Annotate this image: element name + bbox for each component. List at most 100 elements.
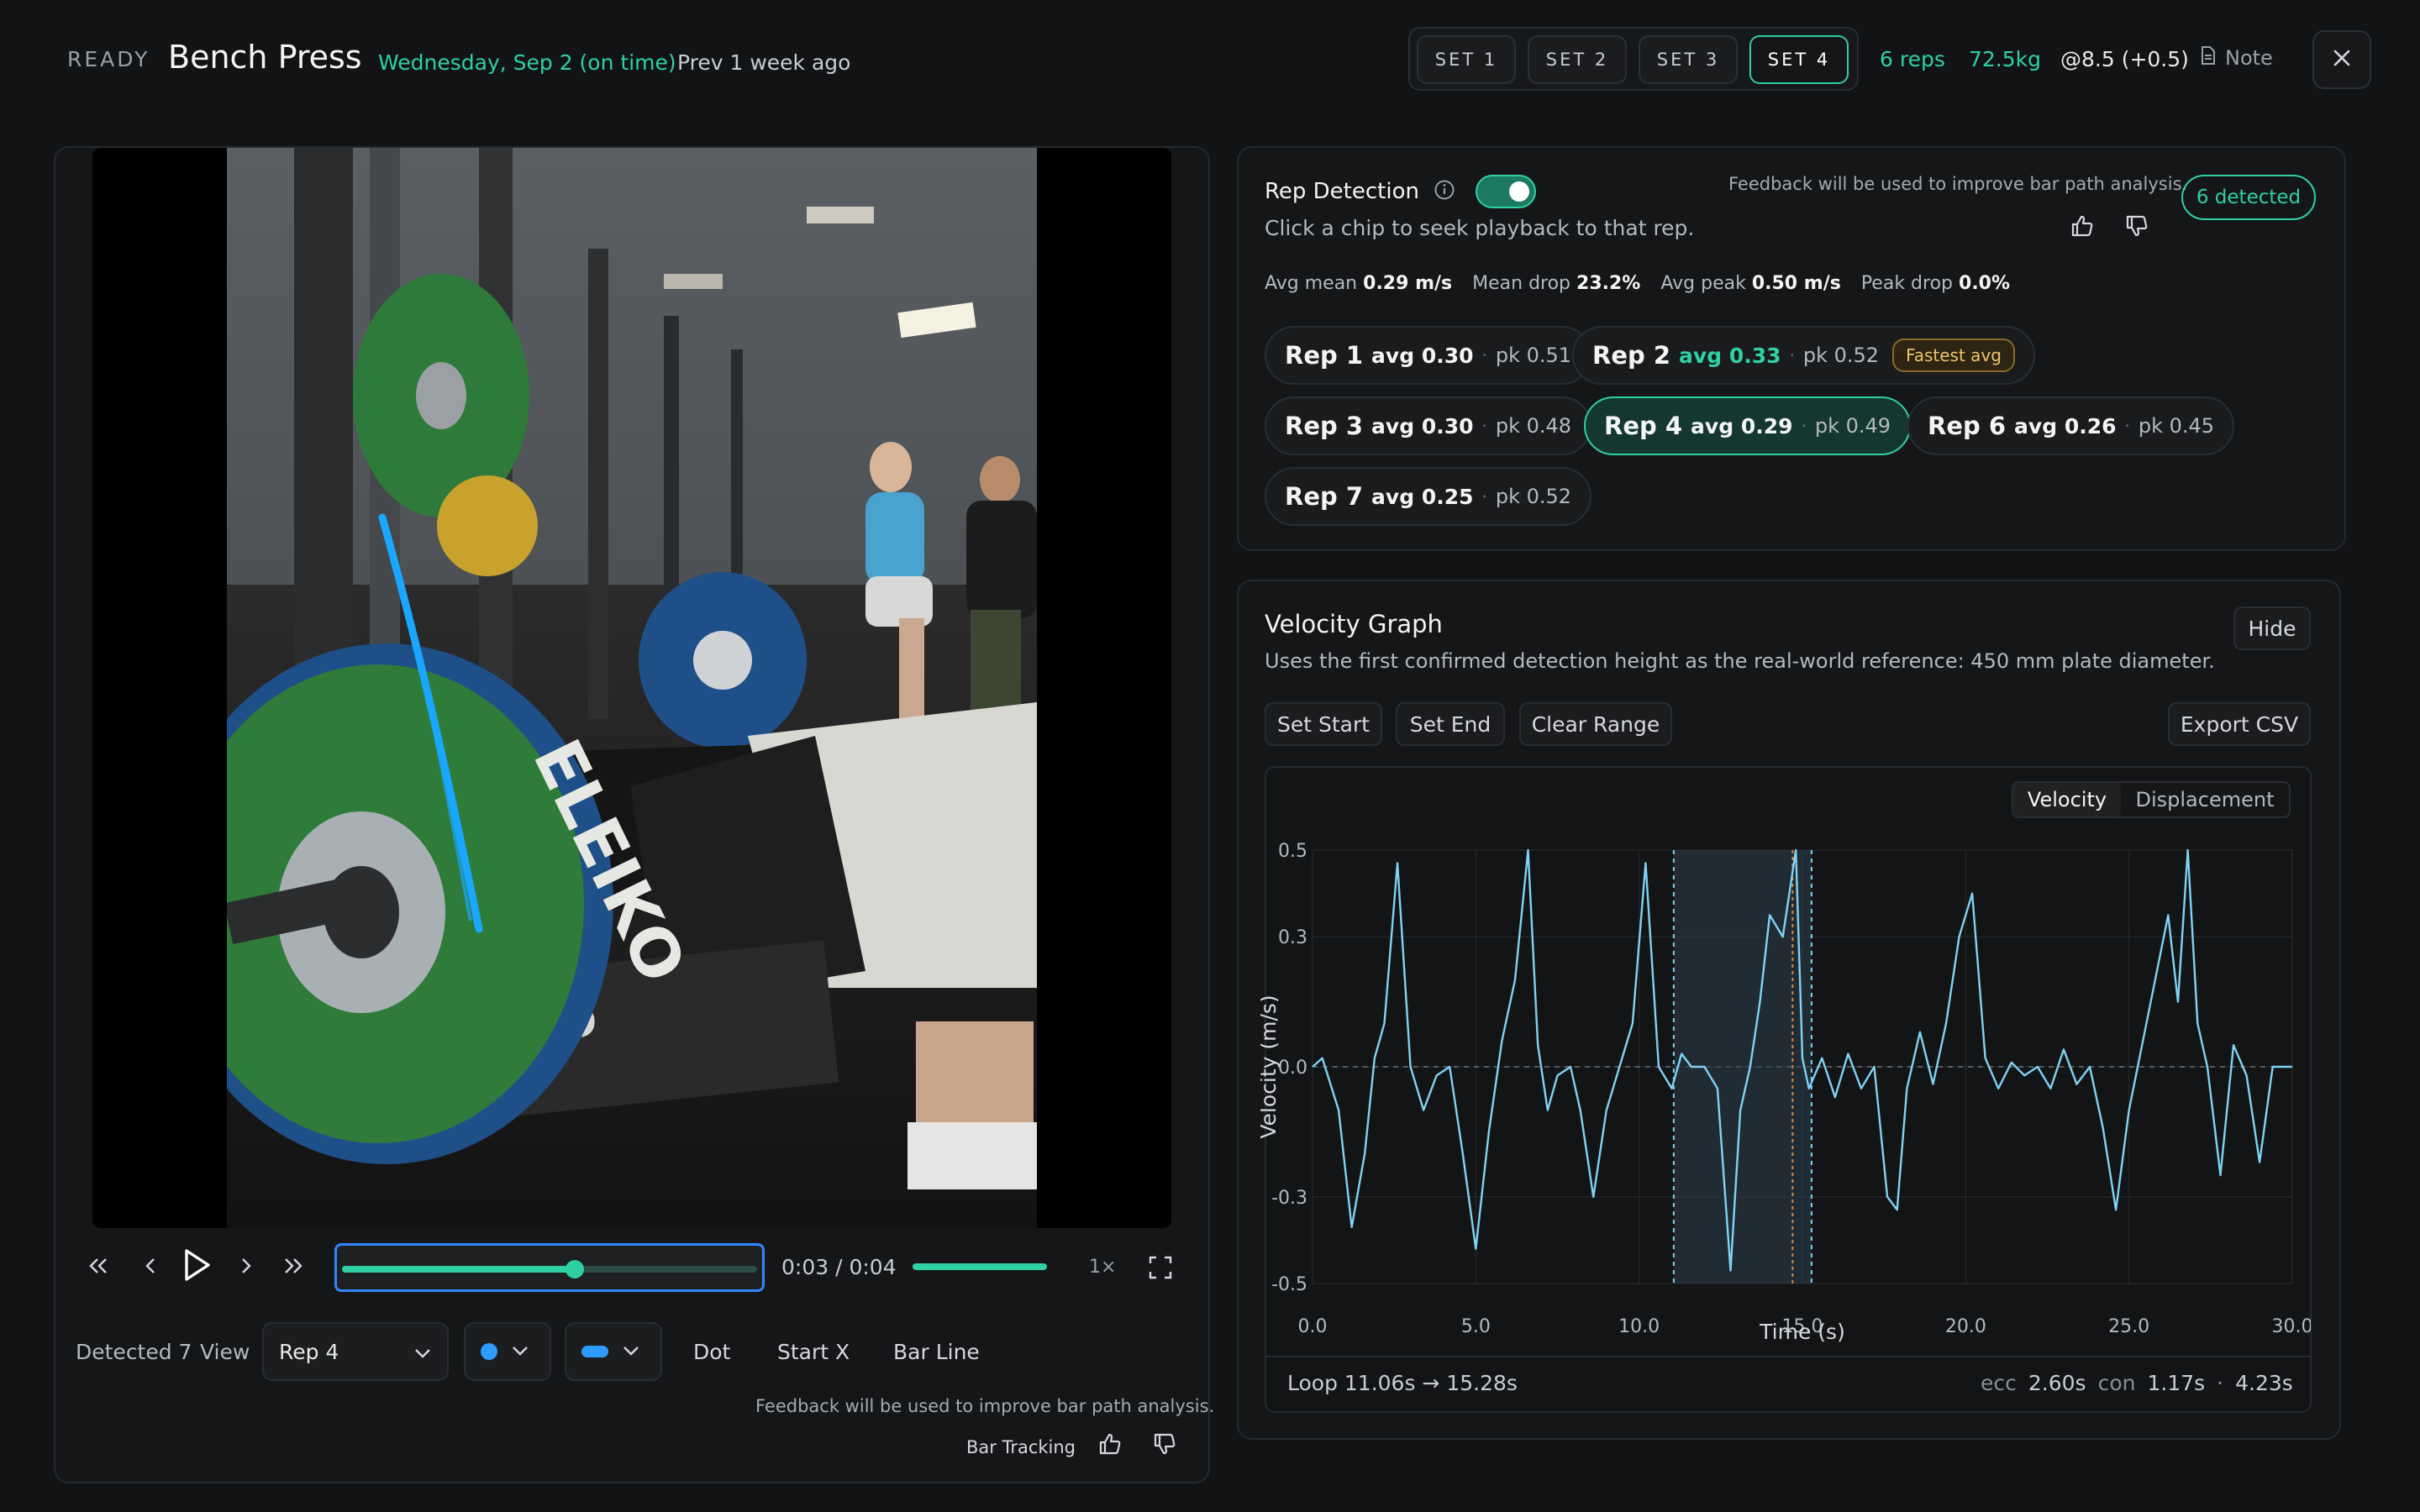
double-chevron-right-icon bbox=[281, 1258, 306, 1282]
rep-thumbs-down-button[interactable] bbox=[2124, 213, 2149, 242]
y-tick-label: 0.5 bbox=[1278, 841, 1307, 862]
skip-end-button[interactable] bbox=[281, 1253, 306, 1282]
phase-durations: ecc 2.60s con 1.17s · 4.23s bbox=[1981, 1371, 2293, 1395]
rep-chip-2[interactable]: Rep 2 avg 0.33 · pk 0.52 Fastest avg bbox=[1572, 326, 2035, 385]
velocity-chart[interactable]: 0.0 5.0 10.0 15.0 20.0 25.0 30.00.50.30.0-0.3-… bbox=[1260, 823, 2311, 1352]
playback-speed-button[interactable]: 1× bbox=[1089, 1257, 1116, 1278]
tab-set-1[interactable]: SET 1 bbox=[1417, 35, 1516, 84]
chevron-down-icon bbox=[511, 1344, 529, 1360]
close-button[interactable] bbox=[2312, 30, 2371, 89]
stat-peak-drop: Peak drop 0.0% bbox=[1860, 273, 2011, 294]
info-button[interactable] bbox=[1434, 179, 1455, 204]
y-tick-label: 0.3 bbox=[1278, 927, 1307, 948]
mode-velocity-tab[interactable]: Velocity bbox=[2013, 783, 2121, 816]
rep-feedback-note: Feedback will be used to improve bar pat… bbox=[1728, 174, 2188, 194]
tab-set-3[interactable]: SET 3 bbox=[1639, 35, 1738, 84]
weight-label: 72.5kg bbox=[1969, 47, 2042, 71]
set-start-button[interactable]: Set Start bbox=[1265, 702, 1382, 746]
dot-color-select[interactable] bbox=[464, 1322, 551, 1381]
note-button[interactable]: Note bbox=[2200, 45, 2273, 71]
seek-bar[interactable] bbox=[334, 1243, 765, 1292]
play-icon bbox=[180, 1249, 213, 1287]
rep-detection-title: Rep Detection bbox=[1265, 179, 1419, 204]
start-x-toggle[interactable]: Start X bbox=[777, 1340, 850, 1364]
chevron-down-icon bbox=[413, 1340, 432, 1364]
rep-thumbs-up-button[interactable] bbox=[2070, 213, 2095, 242]
thumbs-down-icon bbox=[2124, 215, 2149, 242]
line-color-select[interactable] bbox=[565, 1322, 662, 1381]
mode-displacement-tab[interactable]: Displacement bbox=[2121, 788, 2289, 811]
stat-avg-peak: Avg peak 0.50 m/s bbox=[1660, 273, 1841, 294]
rep-chip-1[interactable]: Rep 1 avg 0.30 · pk 0.51 bbox=[1265, 326, 1592, 385]
reps-count: 6 reps bbox=[1880, 47, 1945, 71]
next-frame-button[interactable] bbox=[234, 1253, 259, 1282]
chevron-right-icon bbox=[234, 1258, 259, 1282]
line-color-swatch bbox=[581, 1346, 608, 1357]
close-icon bbox=[2332, 48, 2352, 71]
total-duration: 4.23s bbox=[2235, 1371, 2293, 1395]
x-tick-label: 30.0 bbox=[2272, 1316, 2311, 1337]
page-title: Bench Press bbox=[168, 39, 362, 76]
feedback-note: Feedback will be used to improve bar pat… bbox=[755, 1396, 1215, 1416]
dot-toggle[interactable]: Dot bbox=[693, 1340, 730, 1364]
ecc-value: 2.60s bbox=[2028, 1371, 2086, 1395]
con-label: con bbox=[2097, 1371, 2136, 1395]
seek-handle[interactable] bbox=[565, 1260, 584, 1278]
velocity-graph-subtitle: Uses the first confirmed detection heigh… bbox=[1265, 649, 2215, 673]
y-tick-label: -0.3 bbox=[1271, 1188, 1307, 1209]
view-select[interactable]: Rep 4 bbox=[262, 1322, 449, 1381]
skip-start-button[interactable] bbox=[86, 1253, 111, 1282]
detected-count: Detected 7 bbox=[76, 1340, 192, 1364]
rep-chip-3[interactable]: Rep 3 avg 0.30 · pk 0.48 bbox=[1265, 396, 1592, 455]
velocity-graph-title: Velocity Graph bbox=[1265, 610, 1443, 638]
x-tick-label: 5.0 bbox=[1461, 1316, 1491, 1337]
rep-chip-4[interactable]: Rep 4 avg 0.29 · pk 0.49 bbox=[1584, 396, 1912, 455]
rep-chip-6[interactable]: Rep 6 avg 0.26 · pk 0.45 bbox=[1907, 396, 2235, 455]
y-tick-label: 0.0 bbox=[1278, 1058, 1307, 1079]
fullscreen-button[interactable] bbox=[1148, 1255, 1173, 1284]
stat-mean-drop: Mean drop 23.2% bbox=[1472, 273, 1641, 294]
thumbs-down-icon bbox=[1152, 1433, 1177, 1460]
graph-mode-toggle: Velocity Displacement bbox=[2012, 781, 2291, 818]
rep-detection-subtitle: Click a chip to seek playback to that re… bbox=[1265, 216, 1695, 240]
stat-avg-mean: Avg mean 0.29 m/s bbox=[1265, 273, 1453, 294]
note-icon bbox=[2200, 45, 2217, 71]
x-tick-label: 10.0 bbox=[1618, 1316, 1660, 1337]
chevron-down-icon bbox=[622, 1344, 640, 1360]
fastest-avg-badge: Fastest avg bbox=[1892, 339, 2015, 372]
rep-chip-7[interactable]: Rep 7 avg 0.25 · pk 0.52 bbox=[1265, 467, 1592, 526]
bar-tracking-thumbs-down-button[interactable] bbox=[1152, 1431, 1177, 1460]
x-tick-label: 20.0 bbox=[1945, 1316, 1986, 1337]
video-player[interactable]: ESP ELEIKO bbox=[92, 148, 1171, 1228]
bar-tracking-thumbs-up-button[interactable] bbox=[1097, 1431, 1123, 1460]
bar-tracking-label: Bar Tracking bbox=[966, 1437, 1076, 1457]
loop-range-label: Loop 11.06s → 15.28s bbox=[1287, 1371, 1518, 1395]
export-csv-button[interactable]: Export CSV bbox=[2168, 702, 2311, 746]
dot-color-swatch bbox=[481, 1343, 497, 1360]
bar-line-toggle[interactable]: Bar Line bbox=[893, 1340, 980, 1364]
con-value: 1.17s bbox=[2147, 1371, 2206, 1395]
rpe-label: @8.5 (+0.5) bbox=[2060, 47, 2189, 71]
info-icon bbox=[1434, 180, 1455, 204]
time-readout: 0:03 / 0:04 bbox=[781, 1255, 897, 1279]
thumbs-up-icon bbox=[2070, 215, 2095, 242]
y-axis-title: Velocity (m/s) bbox=[1260, 995, 1281, 1138]
hide-button[interactable]: Hide bbox=[2233, 606, 2311, 650]
bench-press-video-frame: ESP ELEIKO bbox=[227, 148, 1037, 1228]
clear-range-button[interactable]: Clear Range bbox=[1519, 702, 1672, 746]
status-label: READY bbox=[67, 47, 150, 71]
seek-progress bbox=[342, 1266, 575, 1273]
previous-frame-button[interactable] bbox=[138, 1253, 163, 1282]
tab-set-4[interactable]: SET 4 bbox=[1749, 35, 1849, 84]
session-date: Wednesday, Sep 2 (on time) bbox=[378, 50, 676, 75]
chevron-left-icon bbox=[138, 1258, 163, 1282]
y-tick-label: -0.5 bbox=[1271, 1274, 1307, 1295]
set-end-button[interactable]: Set End bbox=[1396, 702, 1505, 746]
toggle-knob bbox=[1509, 181, 1529, 202]
rep-stats: Avg mean 0.29 m/s Mean drop 23.2% Avg pe… bbox=[1265, 273, 2010, 294]
view-label: View bbox=[200, 1340, 250, 1364]
tab-set-2[interactable]: SET 2 bbox=[1528, 35, 1627, 84]
thumbs-up-icon bbox=[1097, 1433, 1123, 1460]
play-button[interactable] bbox=[180, 1247, 213, 1287]
x-tick-label: 0.0 bbox=[1298, 1316, 1328, 1337]
